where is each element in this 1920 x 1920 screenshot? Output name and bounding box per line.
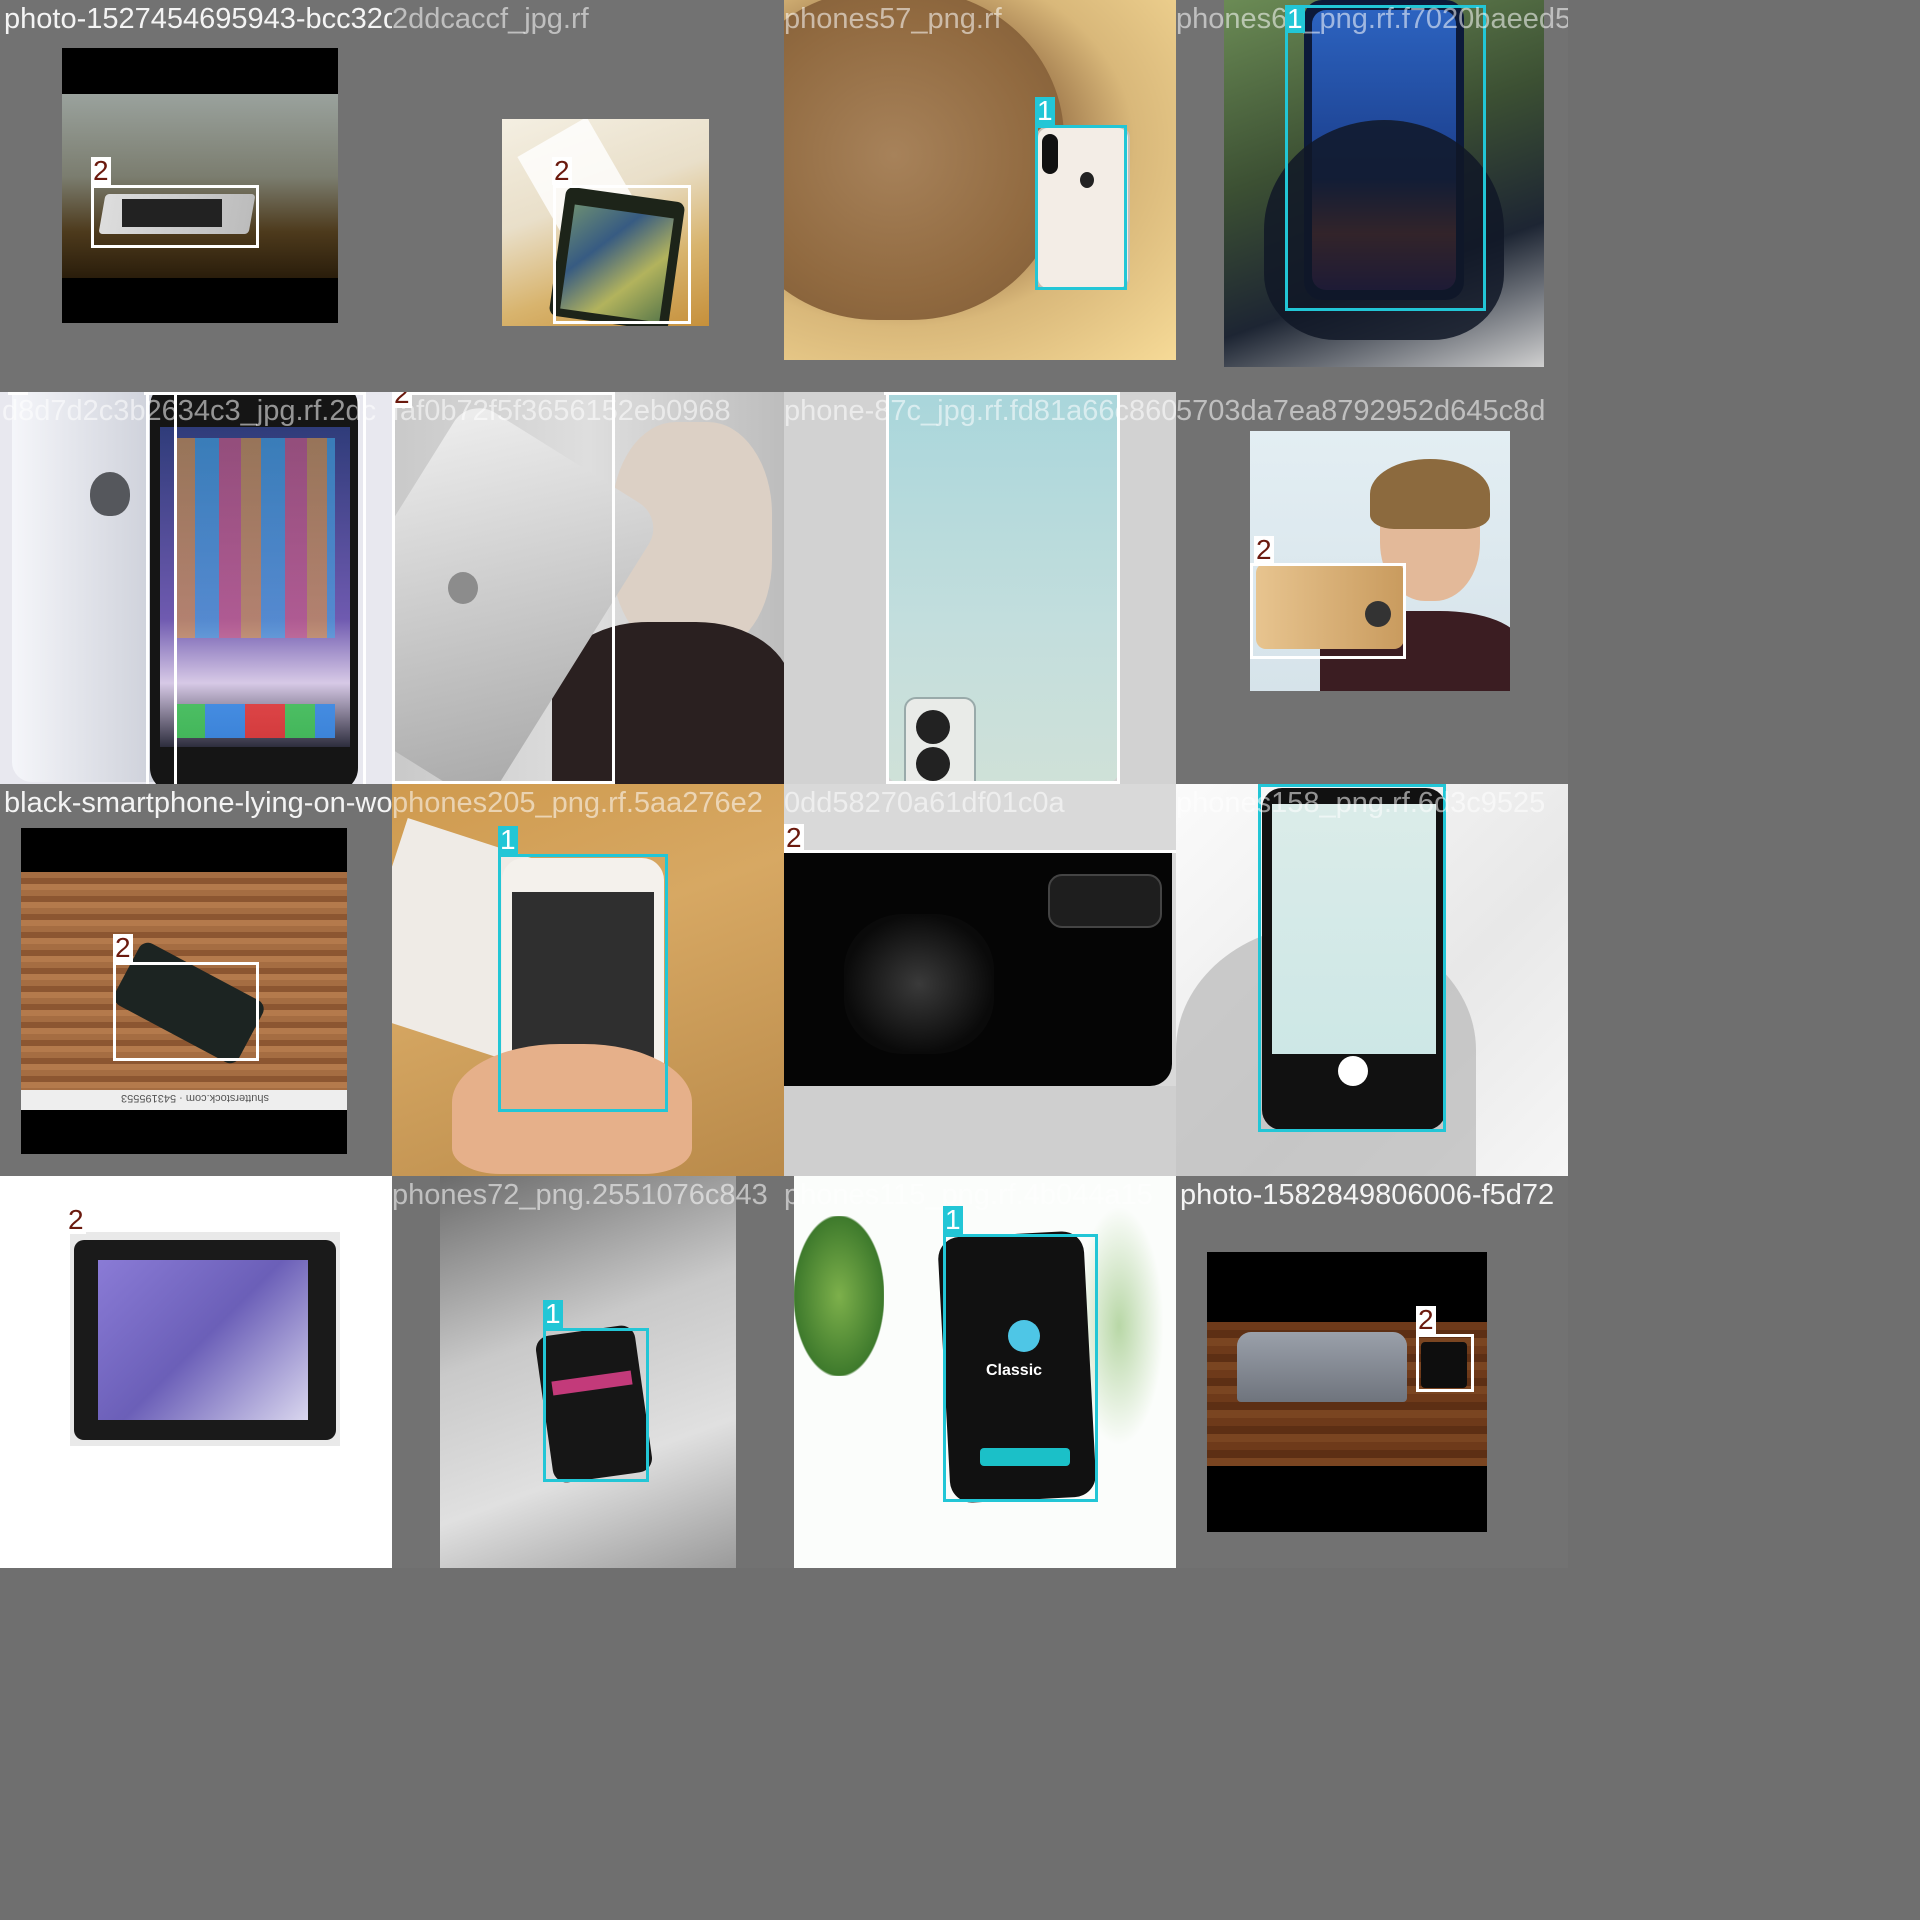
bbox	[113, 962, 259, 1061]
bbox	[91, 185, 259, 248]
tile-11: 1 phones158_png.rf.6d3c9525	[1176, 784, 1568, 1176]
tile-0: 2 photo-1527454695943-bcc32ddbcb1df6b488…	[0, 0, 392, 392]
bbox	[1285, 5, 1486, 311]
tile-10: 2 0dd58270a61df01c0a	[784, 784, 1176, 1176]
filename: 2ddcaccf_jpg.rf	[392, 3, 589, 35]
bbox	[943, 1234, 1098, 1502]
bbox	[543, 1328, 649, 1482]
bbox-label: 1	[498, 824, 518, 855]
bbox	[146, 392, 366, 784]
filename: phones205_png.rf.5aa276e2	[392, 787, 763, 819]
filename: phone-87c_jpg.rf.fd81a66c860	[784, 395, 1176, 427]
tile-15: 2 photo-1582849806006-f5d72	[1176, 1176, 1568, 1568]
filename: photo-1527454695943-bcc32ddbcb1df6b4884d…	[4, 3, 392, 35]
bbox-label: 1	[943, 1204, 963, 1235]
photo	[1207, 1252, 1487, 1532]
bbox-label: 2	[1416, 1304, 1436, 1335]
filename: d8d7d2c3b2634c3_jpg.rf.2dc	[2, 395, 377, 427]
bbox-label: 2	[552, 155, 572, 186]
bbox	[553, 185, 691, 324]
filename: phones72_png.2551076c843	[392, 1179, 768, 1211]
filename: faf0b72f5f3656152eb0968	[392, 395, 731, 427]
bbox-label: 2	[1254, 534, 1274, 565]
bbox-label: 1	[1285, 3, 1305, 34]
tile-5: 2 faf0b72f5f3656152eb0968	[392, 392, 784, 784]
tile-13: 1 phones72_png.2551076c843	[392, 1176, 784, 1568]
bbox-label: 2	[144, 392, 164, 395]
bbox-label: 2	[66, 1204, 86, 1235]
bbox-label: 2	[113, 932, 133, 963]
watermark: shutterstock.com · 543195553	[121, 1092, 269, 1104]
filename: black-smartphone-lying-on-wooden-surface	[4, 787, 392, 819]
bbox	[498, 854, 668, 1112]
bbox-label: 2	[91, 155, 111, 186]
bbox	[1035, 125, 1127, 290]
bbox	[392, 392, 615, 784]
tile-14: Classic 1 phones115_png.rf.4b044a15	[784, 1176, 1176, 1568]
tile-8: shutterstock.com · 543195553 2 black-sma…	[0, 784, 392, 1176]
filename: phones57_png.rf	[784, 3, 1002, 35]
bbox	[1250, 563, 1406, 659]
bbox	[1416, 1334, 1474, 1392]
bbox-label: 1	[1258, 784, 1278, 786]
tile-7: 2 5703da7ea8792952d645c8d	[1176, 392, 1568, 784]
tile-2: 1 phones57_png.rf	[784, 0, 1176, 392]
filename: photo-1582849806006-f5d72	[1180, 1179, 1555, 1211]
tile-3: 1 phones61_png.rf.f7020baeed5	[1176, 0, 1568, 392]
bbox-label: 2	[884, 392, 904, 395]
filename: phones158_png.rf.6d3c9525	[1176, 787, 1546, 819]
image-grid: 2 photo-1527454695943-bcc32ddbcb1df6b488…	[0, 0, 1568, 1568]
filename: 579460a70333707e_jpg.rf.7	[0, 1179, 363, 1211]
tile-4: 2 2 d8d7d2c3b2634c3_jpg.rf.2dc	[0, 392, 392, 784]
filename: 5703da7ea8792952d645c8d	[1176, 395, 1546, 427]
filename: phones115_png.rf.4b044a15	[784, 1179, 1153, 1211]
bbox-label: 1	[543, 1298, 563, 1329]
photo	[0, 1176, 392, 1568]
bbox	[886, 392, 1120, 784]
bbox-label: 2	[392, 392, 412, 408]
bbox-label: 1	[1035, 95, 1055, 126]
bbox	[1258, 784, 1446, 1132]
bbox-label: 2	[8, 392, 28, 395]
tile-6: 2 phone-87c_jpg.rf.fd81a66c860	[784, 392, 1176, 784]
tile-9: 1 phones205_png.rf.5aa276e2	[392, 784, 784, 1176]
filename: phones61_png.rf.f7020baeed5	[1176, 3, 1568, 35]
bbox-label: 2	[784, 822, 804, 853]
bbox	[174, 392, 178, 784]
filename: 0dd58270a61df01c0a	[784, 787, 1065, 819]
tile-1: 2 2ddcaccf_jpg.rf	[392, 0, 784, 392]
bbox	[784, 850, 1176, 1088]
tile-12: 2 579460a70333707e_jpg.rf.7	[0, 1176, 392, 1568]
